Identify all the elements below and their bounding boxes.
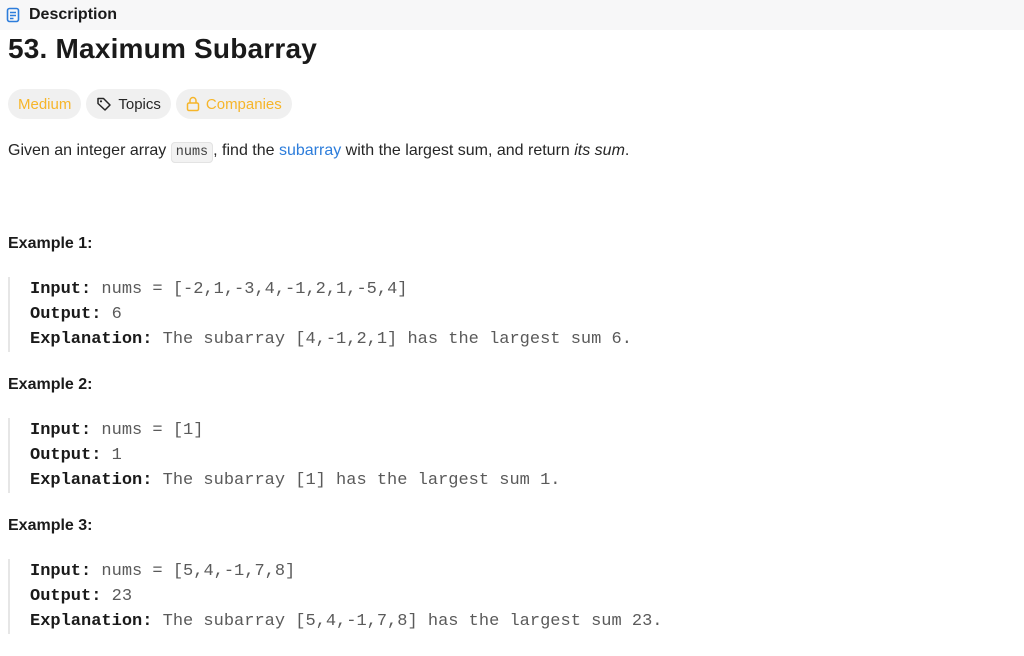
example-1-output: 6 xyxy=(111,305,122,324)
tab-description[interactable]: Description xyxy=(0,0,117,30)
explanation-label: Explanation: xyxy=(30,330,153,349)
tab-label: Description xyxy=(29,6,118,23)
explanation-label: Explanation: xyxy=(30,612,153,631)
example-2-title: Example 2: xyxy=(8,376,93,393)
example-2-output: 1 xyxy=(111,446,122,465)
input-label: Input: xyxy=(30,562,92,581)
subarray-link[interactable]: subarray xyxy=(279,142,341,159)
output-label: Output: xyxy=(30,305,102,324)
example-1-input: nums = [-2,1,-3,4,-1,2,1,-5,4] xyxy=(101,280,408,299)
example-2-block: Input: nums = [1] Output: 1 Explanation:… xyxy=(8,418,908,493)
companies-button[interactable]: Companies xyxy=(175,89,292,119)
description-text: with the largest sum, and return xyxy=(341,142,575,159)
problem-title: 53. Maximum Subarray xyxy=(8,33,318,64)
document-icon xyxy=(5,7,21,23)
output-label: Output: xyxy=(30,446,102,465)
topics-label: Topics xyxy=(118,95,161,113)
lock-icon xyxy=(186,96,200,112)
difficulty-badge: Medium xyxy=(8,89,82,119)
example-3-input: nums = [5,4,-1,7,8] xyxy=(101,562,296,581)
example-1-explanation: The subarray [4,-1,2,1] has the largest … xyxy=(162,330,632,349)
example-2-input: nums = [1] xyxy=(101,421,204,440)
inline-code: nums xyxy=(170,142,214,163)
description-emphasis: its sum xyxy=(574,142,625,159)
example-1-block: Input: nums = [-2,1,-3,4,-1,2,1,-5,4] Ou… xyxy=(8,277,908,352)
output-label: Output: xyxy=(30,587,102,606)
description-text: . xyxy=(624,142,630,159)
companies-label: Companies xyxy=(205,95,282,113)
example-3-block: Input: nums = [5,4,-1,7,8] Output: 23 Ex… xyxy=(8,559,908,634)
topics-button[interactable]: Topics xyxy=(86,89,171,119)
example-3-output: 23 xyxy=(111,587,133,606)
tag-icon xyxy=(97,97,112,111)
example-1-title: Example 1: xyxy=(8,235,93,252)
example-3-explanation: The subarray [5,4,-1,7,8] has the larges… xyxy=(162,612,663,631)
example-3-title: Example 3: xyxy=(8,517,93,534)
problem-description: Given an integer array nums, find the su… xyxy=(8,142,630,163)
description-text: Given an integer array xyxy=(8,142,171,159)
tab-bar: Description xyxy=(0,0,1024,30)
explanation-label: Explanation: xyxy=(30,471,153,490)
example-2-explanation: The subarray [1] has the largest sum 1. xyxy=(162,471,561,490)
input-label: Input: xyxy=(30,421,92,440)
input-label: Input: xyxy=(30,280,92,299)
description-text: , find the xyxy=(213,142,279,159)
tag-pills: Medium Topics Companies xyxy=(8,89,292,119)
